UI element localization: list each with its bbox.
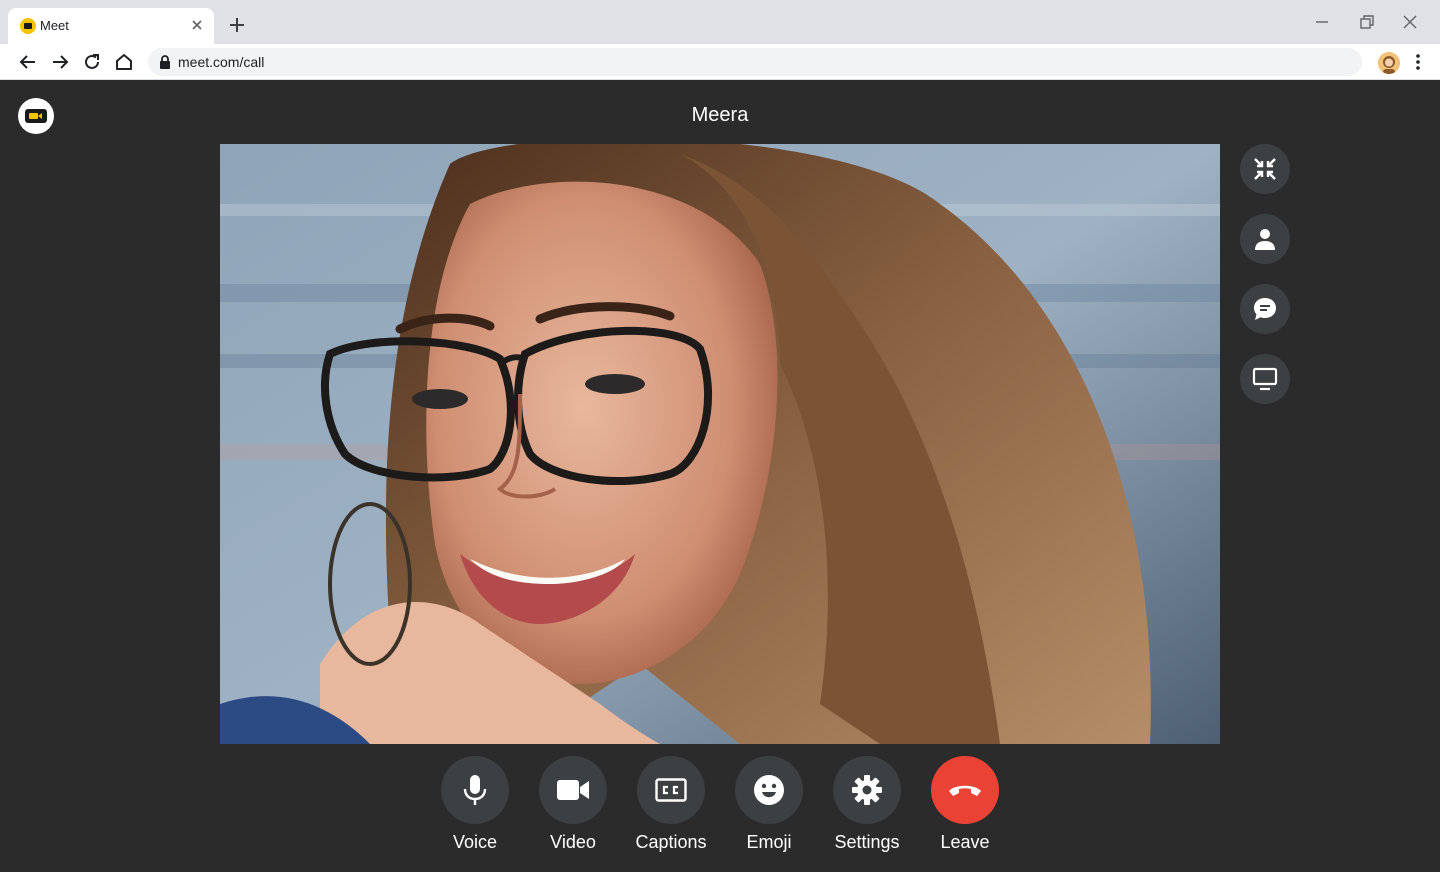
voice-control[interactable]: Voice: [430, 756, 520, 853]
browser-toolbar: meet.com/call: [0, 44, 1440, 80]
remote-video-feed: [220, 144, 1220, 744]
emoji-button[interactable]: [735, 756, 803, 824]
closed-captions-icon: [655, 778, 687, 802]
settings-control[interactable]: Settings: [822, 756, 912, 853]
leave-button[interactable]: [931, 756, 999, 824]
participants-icon: [1255, 229, 1275, 250]
voice-label: Voice: [452, 832, 498, 852]
hang-up-icon: [949, 785, 981, 796]
microphone-icon: [463, 775, 487, 805]
captions-label: Captions: [635, 832, 707, 852]
close-tab-icon[interactable]: [188, 16, 206, 34]
profile-avatar[interactable]: [1378, 52, 1400, 74]
leave-label: Leave: [940, 832, 990, 852]
video-label: Video: [550, 832, 596, 852]
meet-favicon-icon: [20, 18, 36, 34]
leave-control[interactable]: Leave: [920, 756, 1010, 853]
browser-tab-meet[interactable]: Meet: [8, 8, 214, 44]
restore-window-icon[interactable]: [1354, 10, 1378, 34]
home-icon[interactable]: [113, 51, 135, 73]
caller-name: Meera: [691, 104, 749, 126]
address-bar[interactable]: meet.com/call: [148, 48, 1362, 76]
voice-button[interactable]: [441, 756, 509, 824]
minimize-window-icon[interactable]: [1310, 10, 1334, 34]
captions-control[interactable]: Captions: [626, 756, 716, 853]
participant-video-image: [220, 144, 1220, 744]
avatar-icon: [1378, 52, 1400, 74]
video-button[interactable]: [539, 756, 607, 824]
browser-tab-bar: Meet: [0, 0, 1440, 44]
close-window-icon[interactable]: [1398, 10, 1422, 34]
new-tab-icon[interactable]: [226, 14, 248, 36]
gear-icon: [852, 775, 882, 805]
present-screen-icon: [1252, 367, 1278, 391]
reload-icon[interactable]: [81, 51, 103, 73]
settings-label: Settings: [834, 832, 900, 852]
emoji-control[interactable]: Emoji: [724, 756, 814, 853]
back-arrow-icon[interactable]: [17, 51, 39, 73]
url-text: meet.com/call: [178, 54, 265, 70]
lock-icon: [160, 55, 170, 69]
video-control[interactable]: Video: [528, 756, 618, 853]
video-camera-icon: [557, 780, 589, 800]
emoji-icon: [754, 775, 784, 805]
minimize-view-button[interactable]: [1240, 144, 1290, 194]
present-screen-button[interactable]: [1240, 354, 1290, 404]
forward-arrow-icon[interactable]: [49, 51, 71, 73]
participants-button[interactable]: [1240, 214, 1290, 264]
captions-button[interactable]: [637, 756, 705, 824]
emoji-label: Emoji: [746, 832, 792, 852]
chat-icon: [1254, 298, 1276, 320]
chat-button[interactable]: [1240, 284, 1290, 334]
tab-title: Meet: [40, 18, 69, 33]
meet-app: Meera Voice Video Captions Emoji Setting…: [0, 80, 1440, 872]
settings-button[interactable]: [833, 756, 901, 824]
browser-menu-icon[interactable]: [1408, 52, 1428, 72]
minimize-icon: [1254, 158, 1276, 180]
